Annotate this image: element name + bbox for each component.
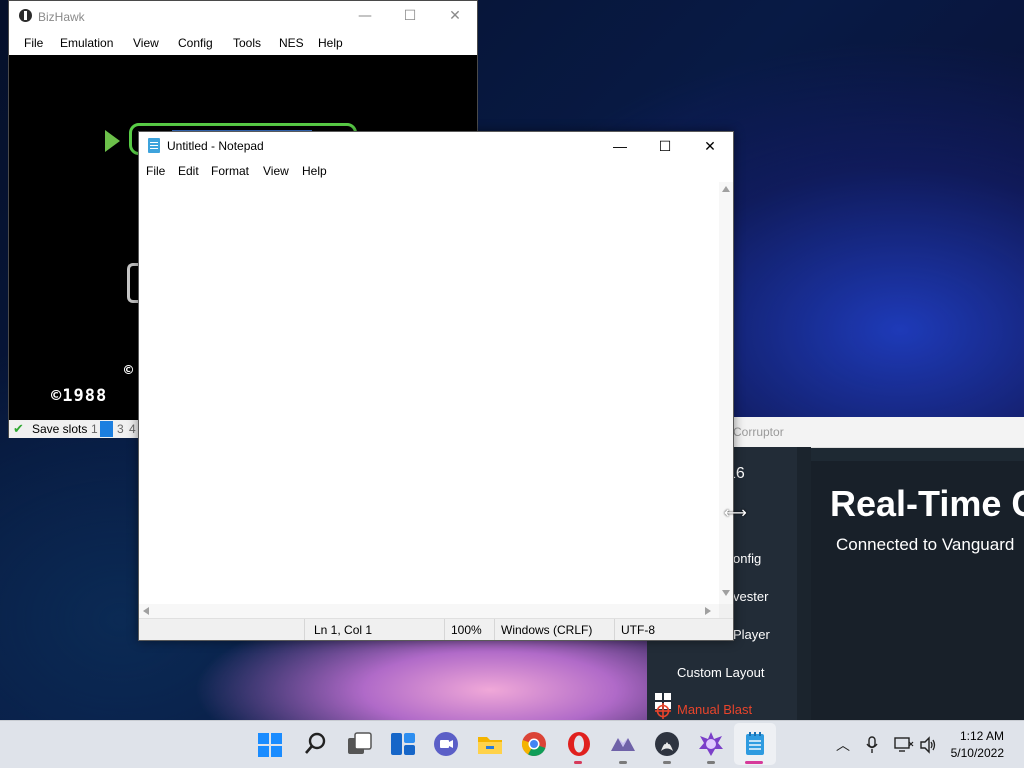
scroll-up-icon[interactable]	[722, 186, 730, 192]
scroll-left-icon[interactable]	[143, 607, 149, 615]
sidebar-item-vector-engine[interactable]: vester	[733, 589, 768, 604]
teams-chat-icon[interactable]	[433, 731, 459, 757]
maximize-button[interactable]: ☐	[643, 134, 687, 158]
encoding: UTF-8	[621, 623, 655, 637]
notepad-app-icon	[148, 138, 160, 153]
maximize-button[interactable]: ☐	[390, 5, 430, 27]
vertical-scrollbar[interactable]	[719, 182, 733, 604]
rtc-heading: Real-Time C	[830, 483, 1024, 524]
game-copyright: ©1988	[51, 386, 108, 406]
spectre-icon[interactable]	[654, 731, 680, 757]
save-slot-3[interactable]: 3	[117, 422, 124, 436]
microphone-icon[interactable]	[866, 736, 878, 754]
notepad-menu-bar: File Edit Format View Help	[139, 160, 733, 182]
notepad-text-area[interactable]	[139, 182, 719, 604]
bizhawk-title-bar[interactable]: BizHawk — ☐ ✕	[9, 1, 477, 32]
resize-cursor-icon: ⟷	[724, 503, 747, 522]
title-cursor-icon	[105, 130, 120, 152]
running-indicator	[707, 761, 715, 764]
search-icon[interactable]	[303, 731, 329, 757]
save-slot-2[interactable]: 2	[100, 421, 113, 437]
running-indicator	[574, 761, 582, 764]
rtc-connection-status: Connected to Vanguard	[836, 535, 1015, 554]
widgets-icon[interactable]	[390, 731, 416, 757]
chevron-up-icon[interactable]: ︿	[836, 735, 850, 755]
menu-view[interactable]: View	[263, 164, 289, 178]
rtc-icon[interactable]	[698, 731, 724, 757]
menu-edit[interactable]: Edit	[178, 164, 199, 178]
sidebar-item-config[interactable]: onfig	[733, 551, 761, 566]
sidebar-item-manual-blast[interactable]: Manual Blast	[677, 702, 752, 717]
minimize-button[interactable]: —	[345, 5, 385, 27]
scroll-down-icon[interactable]	[722, 590, 730, 596]
start-icon[interactable]	[258, 733, 282, 757]
file-explorer-icon[interactable]	[477, 731, 503, 757]
active-indicator	[745, 761, 763, 764]
network-icon[interactable]	[894, 736, 914, 754]
resize-grip[interactable]	[719, 604, 733, 618]
save-slot-4[interactable]: 4	[129, 422, 136, 436]
notepad-status-bar: Ln 1, Col 1 100% Windows (CRLF) UTF-8	[139, 618, 733, 640]
menu-file[interactable]: File	[24, 36, 43, 50]
rtc-title-text: Corruptor	[733, 425, 784, 439]
rtc-divider	[797, 447, 811, 720]
horizontal-scrollbar[interactable]	[139, 604, 719, 618]
taskbar: ︿ 1:12 AM 5/10/2022	[0, 720, 1024, 768]
bizhawk-logo-icon	[19, 9, 32, 22]
menu-emulation[interactable]: Emulation	[60, 36, 113, 50]
clock-date[interactable]: 5/10/2022	[944, 746, 1004, 760]
line-endings: Windows (CRLF)	[501, 623, 593, 637]
menu-view[interactable]: View	[133, 36, 159, 50]
scroll-right-icon[interactable]	[705, 607, 711, 615]
bizhawk-title-text: BizHawk	[38, 10, 85, 24]
volume-icon[interactable]	[920, 736, 938, 754]
bizhawk-menu-bar: File Emulation View Config Tools NES Hel…	[9, 32, 477, 55]
game-copyright-fragment: ©	[124, 361, 134, 379]
clock-time[interactable]: 1:12 AM	[948, 729, 1004, 743]
save-slots-label: Save slots	[32, 422, 88, 436]
task-view-icon[interactable]	[347, 731, 373, 757]
notepad-icon[interactable]	[742, 731, 768, 757]
game-sprite	[127, 263, 138, 303]
running-indicator	[619, 761, 627, 764]
vanguard-icon[interactable]	[610, 731, 636, 757]
close-button[interactable]: ✕	[688, 134, 732, 158]
notepad-window: Untitled - Notepad — ☐ ✕ File Edit Forma…	[138, 131, 734, 641]
menu-format[interactable]: Format	[211, 164, 249, 178]
sidebar-item-custom-layout[interactable]: Custom Layout	[677, 665, 764, 680]
crosshair-icon	[655, 703, 671, 719]
cursor-position: Ln 1, Col 1	[314, 623, 373, 637]
notepad-title-bar[interactable]: Untitled - Notepad — ☐ ✕	[139, 132, 733, 160]
menu-config[interactable]: Config	[178, 36, 213, 50]
zoom-level: 100%	[451, 623, 482, 637]
save-slot-1[interactable]: 1	[91, 422, 98, 436]
close-button[interactable]: ✕	[435, 5, 475, 27]
minimize-button[interactable]: —	[598, 134, 642, 158]
menu-tools[interactable]: Tools	[233, 36, 261, 50]
chrome-icon[interactable]	[521, 731, 547, 757]
menu-file[interactable]: File	[146, 164, 165, 178]
menu-nes[interactable]: NES	[279, 36, 304, 50]
sidebar-item-player[interactable]: Player	[733, 627, 770, 642]
menu-help[interactable]: Help	[302, 164, 327, 178]
checkmark-icon: ✔	[13, 421, 24, 436]
opera-icon[interactable]	[566, 731, 592, 757]
menu-help[interactable]: Help	[318, 36, 343, 50]
running-indicator	[663, 761, 671, 764]
notepad-title-text: Untitled - Notepad	[167, 139, 264, 153]
